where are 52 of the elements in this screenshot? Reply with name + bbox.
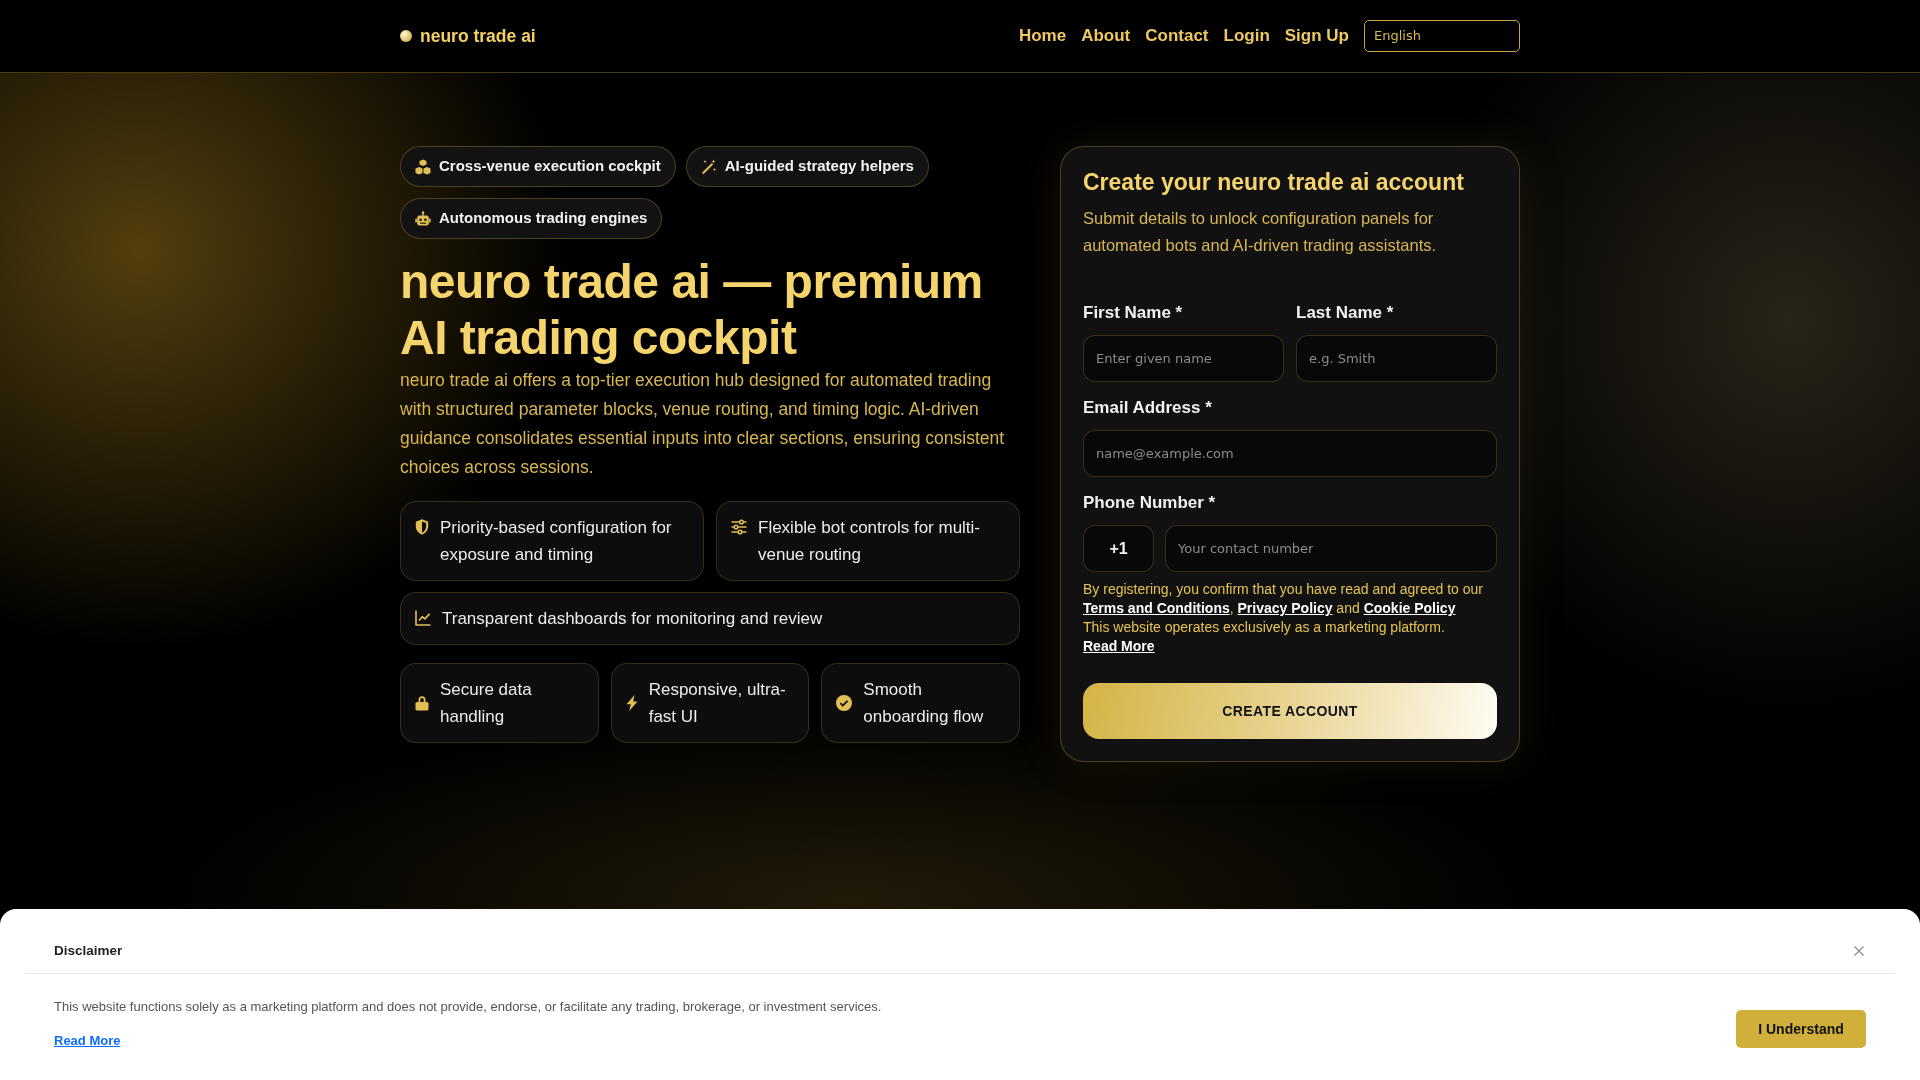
create-account-button[interactable]: CREATE ACCOUNT bbox=[1083, 683, 1497, 739]
line-chart-icon bbox=[415, 610, 431, 626]
form-title: Create your neuro trade ai account bbox=[1083, 168, 1465, 197]
notice-text: This website operates exclusively as a marketing platform. Read More bbox=[1083, 618, 1446, 656]
text-input-field[interactable]: e.g. Smith bbox=[1296, 335, 1497, 382]
field-label: Phone Number * bbox=[1083, 492, 1217, 514]
disclaimer-title: Disclaimer bbox=[54, 942, 123, 960]
disclaimer-text: This website functions solely as a marketing platform and does not provide, endorse, or facilitate any trading, brokerage, or investment services. bbox=[54, 998, 882, 1016]
email-input-field[interactable]: name@example.com bbox=[1083, 430, 1497, 477]
pill-label: Autonomous trading engines bbox=[439, 208, 648, 229]
magic-wand-icon bbox=[700, 158, 717, 175]
consent-text: By registering, you confirm that you have read and agreed to our Terms and Conditions, Privacy Policy and Cookie Policy bbox=[1083, 580, 1484, 618]
understand-button[interactable]: I Understand bbox=[1736, 1010, 1866, 1048]
benefit-text: Secure data handling bbox=[440, 679, 533, 728]
nav-link[interactable]: Login bbox=[1223, 23, 1270, 49]
lock-icon bbox=[415, 695, 429, 711]
hero-heading: neuro trade ai — premium AI trading cockpit bbox=[400, 254, 984, 366]
benefit-text: Smooth onboarding flow bbox=[863, 679, 985, 728]
field-label: Last Name * bbox=[1296, 302, 1395, 324]
nav-link[interactable]: About bbox=[1081, 23, 1131, 49]
text-input-field[interactable]: Enter given name bbox=[1083, 335, 1284, 382]
nav-link[interactable]: Home bbox=[1018, 23, 1067, 49]
benefit-text: Responsive, ultra-fast UI bbox=[648, 679, 787, 728]
nav-link[interactable]: Contact bbox=[1145, 23, 1209, 49]
shield-icon bbox=[415, 519, 429, 535]
field-label: Email Address * bbox=[1083, 397, 1213, 419]
form-subtitle: Submit details to unlock configuration panels for automated bots and AI-driven trading assistants. bbox=[1083, 208, 1438, 256]
check-circle-icon bbox=[836, 695, 853, 711]
robot-icon bbox=[415, 210, 431, 227]
field-label: First Name * bbox=[1083, 302, 1184, 324]
cubes-icon bbox=[415, 158, 431, 175]
close-icon bbox=[1854, 946, 1864, 956]
brand-link[interactable]: neuro trade ai bbox=[400, 22, 536, 50]
legal-link[interactable]: Read More bbox=[1083, 638, 1155, 654]
phone-input-field[interactable]: Your contact number bbox=[1165, 525, 1497, 572]
lightning-bolt-icon bbox=[625, 695, 638, 711]
language-select[interactable]: English bbox=[1364, 20, 1520, 52]
pill-label: AI-guided strategy helpers bbox=[724, 156, 914, 177]
pill-label: Cross-venue execution cockpit bbox=[439, 156, 661, 177]
legal-link[interactable]: Cookie Policy bbox=[1363, 600, 1456, 616]
legal-link[interactable]: Terms and Conditions bbox=[1083, 600, 1230, 616]
hero-description: neuro trade ai offers a top-tier execution hub designed for automated trading with structured parameter blocks, venue routing, and timing logic. AI-driven guidance consolidates essential inputs into clear sections, ensuring consistent choices across sessions. bbox=[400, 369, 1006, 479]
nav-link[interactable]: Sign Up bbox=[1284, 23, 1349, 49]
feature-text: Priority-based configuration for exposure and timing bbox=[440, 517, 673, 566]
close-button[interactable] bbox=[1852, 944, 1866, 958]
logo-dot-icon bbox=[400, 30, 412, 42]
sliders-icon bbox=[731, 519, 747, 535]
feature-text: Flexible bot controls for multi-venue routing bbox=[758, 517, 982, 566]
read-more-link[interactable]: Read More bbox=[54, 1033, 121, 1048]
feature-text: Transparent dashboards for monitoring and review bbox=[442, 608, 823, 630]
legal-link[interactable]: Privacy Policy bbox=[1237, 600, 1333, 616]
country-code-select[interactable]: +1 bbox=[1083, 525, 1154, 572]
